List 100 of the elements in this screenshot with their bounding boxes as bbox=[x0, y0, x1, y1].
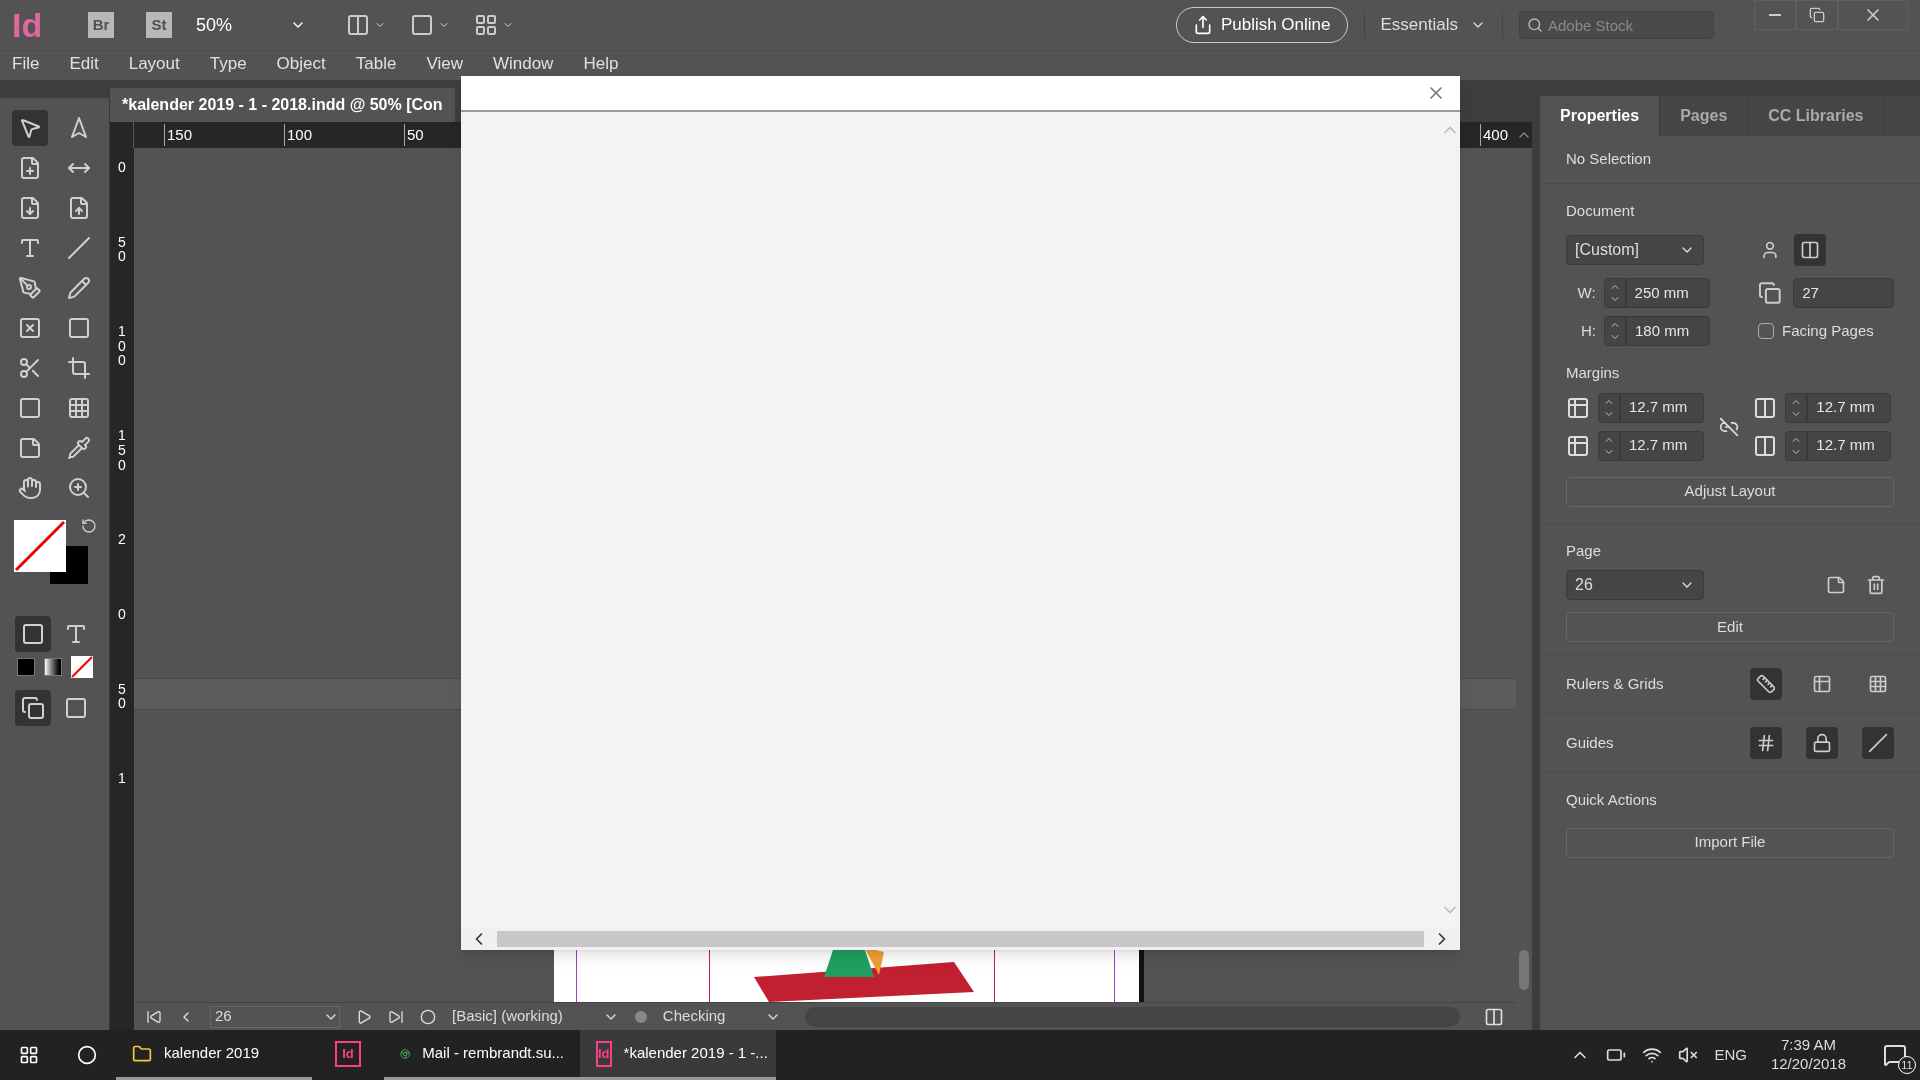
dialog-horizontal-scrollbar[interactable] bbox=[497, 931, 1424, 947]
grid-icon bbox=[1868, 674, 1888, 694]
menu-item[interactable]: Edit bbox=[69, 54, 99, 74]
menu-item[interactable]: File bbox=[12, 54, 40, 74]
page-dropdown[interactable]: 26 bbox=[1566, 570, 1704, 600]
menu-item[interactable]: Window bbox=[492, 54, 554, 74]
close-button[interactable] bbox=[1838, 0, 1908, 30]
language-indicator[interactable]: ENG bbox=[1714, 1043, 1747, 1067]
line-icon bbox=[1868, 733, 1888, 753]
screen-mode-button[interactable] bbox=[410, 13, 450, 37]
stepper-button[interactable] bbox=[1598, 392, 1620, 423]
height-label: H: bbox=[1580, 320, 1596, 341]
bottom-margin-field[interactable]: 12.7 mm bbox=[1620, 430, 1704, 461]
wifi-icon bbox=[1642, 1045, 1663, 1065]
left-margin-icon bbox=[1753, 395, 1778, 420]
left-margin-field[interactable]: 12.7 mm bbox=[1807, 392, 1892, 423]
page-number-field[interactable]: 26 bbox=[210, 1005, 340, 1028]
formatting-container-button[interactable] bbox=[15, 616, 52, 652]
menu-item[interactable]: Layout bbox=[128, 54, 180, 74]
stepper-button[interactable] bbox=[1603, 278, 1626, 308]
fill-swatch[interactable] bbox=[14, 520, 66, 572]
first-page-icon bbox=[146, 1008, 162, 1025]
panel-tab[interactable]: Pages bbox=[1660, 96, 1749, 136]
stroke-swatch[interactable] bbox=[50, 546, 88, 584]
stock-search-field[interactable]: Adobe Stock bbox=[1519, 11, 1714, 39]
square-icon bbox=[410, 13, 434, 37]
bridge-button[interactable]: Br bbox=[88, 12, 114, 38]
preflight-status-dropdown[interactable]: Checking bbox=[662, 1005, 782, 1028]
panel-tab[interactable]: CC Libraries bbox=[1748, 96, 1885, 136]
rulers-button[interactable] bbox=[1750, 668, 1782, 700]
edit-button[interactable]: Edit bbox=[1566, 612, 1894, 642]
view-options-button[interactable] bbox=[346, 13, 386, 37]
color-swatch[interactable] bbox=[16, 658, 35, 676]
section-heading: Guides bbox=[1566, 732, 1615, 753]
section-heading: Rulers & Grids bbox=[1566, 673, 1665, 694]
menu-item[interactable]: Help bbox=[583, 54, 619, 74]
document-preset-dropdown[interactable]: [Custom] bbox=[1566, 235, 1704, 265]
taskbar-item[interactable]: Id *kalender 2019 - 1 -... bbox=[580, 1030, 776, 1080]
adjust-layout-button[interactable]: Adjust Layout bbox=[1566, 476, 1894, 507]
next-page-icon bbox=[356, 1008, 372, 1025]
stepper-button[interactable] bbox=[1598, 430, 1620, 461]
menu-item[interactable]: View bbox=[426, 54, 463, 74]
ruler-label: 1 bbox=[117, 770, 127, 786]
rectangle-icon bbox=[66, 316, 91, 340]
workspace-dropdown[interactable]: Essentials bbox=[1380, 12, 1486, 38]
smart-guides-button[interactable] bbox=[1862, 727, 1894, 759]
arrange-documents-button[interactable] bbox=[474, 13, 514, 37]
eyedropper-icon bbox=[66, 436, 91, 460]
facing-pages-label: Facing Pages bbox=[1782, 320, 1874, 341]
taskbar-item[interactable]: Id bbox=[312, 1030, 384, 1080]
section-heading: Page bbox=[1566, 540, 1603, 561]
landscape-button[interactable] bbox=[1794, 234, 1826, 266]
new-page-icon bbox=[1826, 575, 1846, 595]
right-margin-field[interactable]: 12.7 mm bbox=[1807, 430, 1892, 461]
stock-button[interactable]: St bbox=[146, 12, 172, 38]
menu-item[interactable]: Type bbox=[209, 54, 247, 74]
guides-button[interactable] bbox=[1750, 727, 1782, 759]
swap-icon bbox=[81, 518, 97, 534]
top-margin-field[interactable]: 12.7 mm bbox=[1620, 392, 1704, 423]
ruler-label: 50 bbox=[117, 681, 127, 711]
ruler-label: 50 bbox=[117, 234, 127, 265]
taskbar-label: Mail - rembrandt.su... bbox=[422, 1043, 564, 1064]
split-window-icon bbox=[1484, 1006, 1504, 1027]
ruler-label: 400 bbox=[1479, 123, 1508, 147]
menu-item[interactable]: Object bbox=[276, 54, 326, 74]
lock-guides-button[interactable] bbox=[1806, 727, 1838, 759]
width-field[interactable]: 250 mm bbox=[1625, 278, 1710, 308]
vertical-scrollbar[interactable] bbox=[1519, 950, 1529, 990]
normal-mode-button[interactable] bbox=[15, 690, 52, 726]
ruler-label: 100 bbox=[117, 324, 127, 369]
clock-time[interactable]: 7:39 AM bbox=[1780, 1036, 1836, 1055]
menu-item[interactable]: Table bbox=[355, 54, 397, 74]
square-icon bbox=[21, 622, 46, 646]
stepper-button[interactable] bbox=[1785, 430, 1808, 461]
zoom-dropdown[interactable]: 50% bbox=[196, 11, 306, 39]
panel-tab[interactable]: Properties bbox=[1540, 96, 1661, 136]
section-heading: Margins bbox=[1566, 363, 1621, 383]
right-margin-icon bbox=[1753, 433, 1778, 458]
section-heading: Quick Actions bbox=[1566, 790, 1658, 810]
facing-pages-checkbox[interactable] bbox=[1758, 323, 1774, 339]
window-icon bbox=[63, 696, 88, 720]
notification-count[interactable]: 11 bbox=[1898, 1056, 1916, 1074]
pages-field[interactable]: 27 bbox=[1793, 278, 1894, 308]
line-icon bbox=[66, 236, 91, 260]
bottom-margin-icon bbox=[1566, 433, 1590, 458]
import-file-button[interactable]: Import File bbox=[1566, 827, 1894, 858]
stepper-button[interactable] bbox=[1604, 316, 1626, 346]
none-swatch[interactable] bbox=[70, 656, 93, 678]
selection-tool[interactable] bbox=[12, 110, 49, 146]
ruler-label: 2 bbox=[117, 532, 127, 547]
preflight-profile-dropdown[interactable]: [Basic] (working) bbox=[452, 1005, 619, 1028]
gradient-swatch[interactable] bbox=[43, 658, 62, 676]
lines-icon bbox=[1812, 674, 1832, 694]
restore-button[interactable] bbox=[1796, 0, 1838, 30]
stepper-button[interactable] bbox=[1785, 392, 1808, 423]
taskbar-item[interactable]: kalender 2019 bbox=[116, 1030, 312, 1080]
last-page-icon bbox=[388, 1008, 404, 1025]
document-tab[interactable]: *kalender 2019 - 1 - 2018.indd @ 50% [Con bbox=[110, 88, 455, 122]
clock-date[interactable]: 12/20/2018 bbox=[1770, 1055, 1846, 1074]
height-field[interactable]: 180 mm bbox=[1626, 316, 1710, 346]
